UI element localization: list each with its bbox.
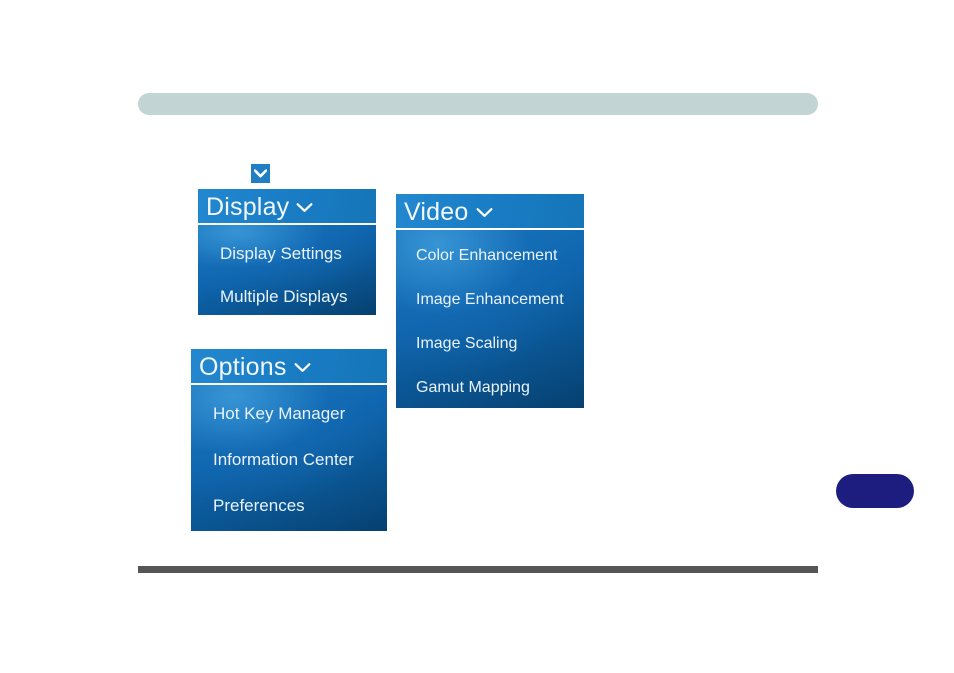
menu-item-gamut-mapping[interactable]: Gamut Mapping [416, 380, 584, 396]
page-footer-rule [138, 566, 818, 573]
panel-body-display: Display Settings Multiple Displays [198, 225, 376, 315]
menu-item-multiple-displays[interactable]: Multiple Displays [220, 288, 376, 305]
menu-panel-display: Display Display Settings Multiple Displa… [198, 189, 376, 315]
menu-item-color-enhancement[interactable]: Color Enhancement [416, 248, 584, 264]
panel-title-video: Video [404, 197, 469, 226]
chevron-down-icon[interactable] [476, 207, 493, 218]
panel-header-display[interactable]: Display [198, 189, 376, 225]
page-header-bar [138, 93, 818, 115]
chevron-down-icon [254, 169, 267, 178]
panel-body-options: Hot Key Manager Information Center Prefe… [191, 385, 387, 531]
panel-title-options: Options [199, 352, 287, 381]
menu-panel-options: Options Hot Key Manager Information Cent… [191, 349, 387, 531]
menu-panel-video: Video Color Enhancement Image Enhancemen… [396, 194, 584, 408]
panel-header-options[interactable]: Options [191, 349, 387, 385]
menu-item-hot-key-manager[interactable]: Hot Key Manager [213, 405, 387, 422]
chevron-down-toggle-button[interactable] [251, 164, 270, 183]
side-tab-marker[interactable] [836, 474, 914, 508]
chevron-down-icon[interactable] [294, 362, 311, 373]
menu-item-image-enhancement[interactable]: Image Enhancement [416, 292, 584, 308]
panel-header-video[interactable]: Video [396, 194, 584, 230]
panel-body-video: Color Enhancement Image Enhancement Imag… [396, 230, 584, 408]
menu-item-display-settings[interactable]: Display Settings [220, 245, 376, 262]
menu-item-image-scaling[interactable]: Image Scaling [416, 336, 584, 352]
menu-item-preferences[interactable]: Preferences [213, 497, 387, 514]
panel-title-display: Display [206, 192, 290, 221]
menu-item-information-center[interactable]: Information Center [213, 451, 387, 468]
chevron-down-icon[interactable] [296, 202, 313, 213]
